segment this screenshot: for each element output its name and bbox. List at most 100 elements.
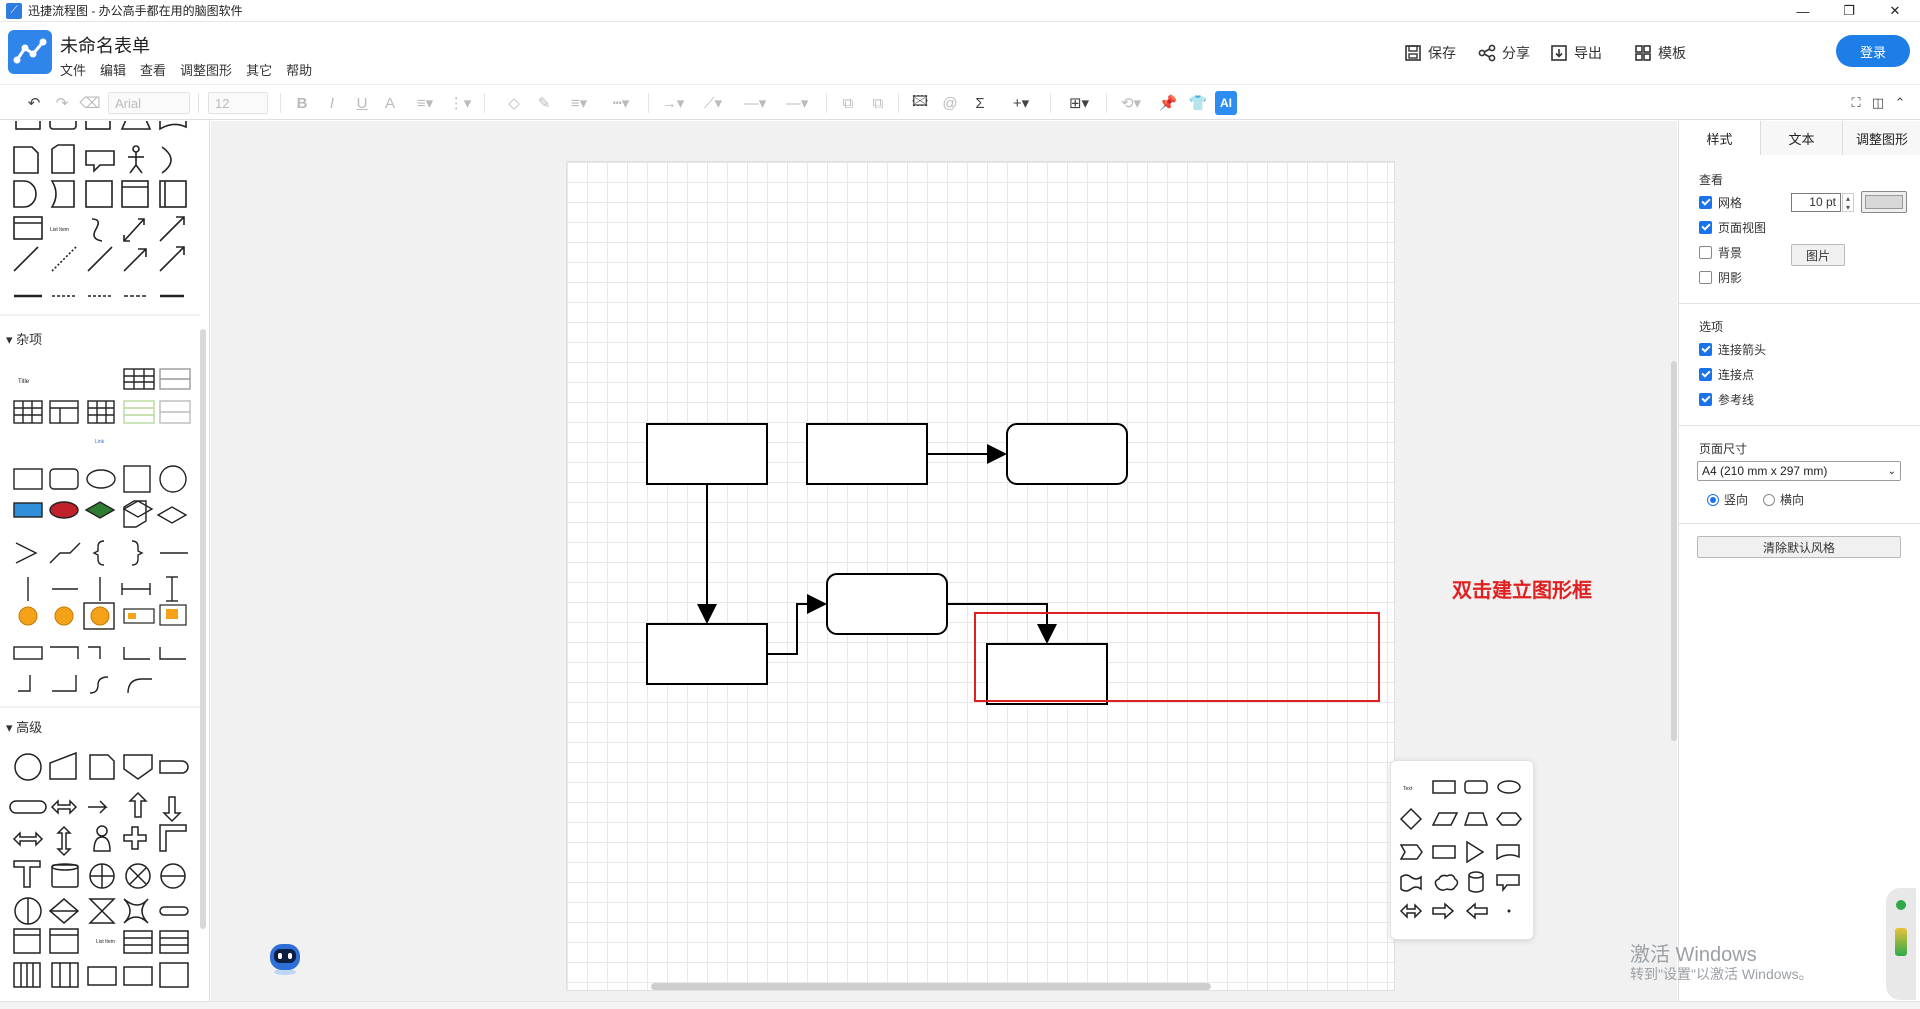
picker-rounded-rect[interactable] <box>1464 780 1488 794</box>
insert-icon[interactable]: +▾ <box>1004 91 1038 115</box>
landscape-radio[interactable]: 横向 <box>1763 491 1804 508</box>
shadow-checkbox[interactable]: 阴影 <box>1699 269 1742 286</box>
tab-style[interactable]: 样式 <box>1679 121 1761 155</box>
background-checkbox[interactable]: 背景 <box>1699 244 1742 261</box>
login-button[interactable]: 登录 <box>1836 35 1910 67</box>
export-button[interactable]: 导出 <box>1550 40 1602 66</box>
guides-check-box[interactable] <box>1699 393 1712 406</box>
page-size-select[interactable]: A4 (210 mm x 297 mm) ⌄ <box>1697 461 1901 481</box>
fullscreen-icon[interactable]: ⛶ <box>1846 91 1866 115</box>
italic-icon[interactable]: I <box>322 91 342 115</box>
menu-edit[interactable]: 编辑 <box>100 60 126 79</box>
picker-point[interactable] <box>1507 909 1511 913</box>
menu-file[interactable]: 文件 <box>60 60 86 79</box>
link-icon[interactable]: @ <box>938 91 962 115</box>
clear-format-icon[interactable]: ⌫ <box>78 91 102 115</box>
side-status-widget[interactable] <box>1886 888 1916 1000</box>
bold-icon[interactable]: B <box>292 91 312 115</box>
clear-default-style-button[interactable]: 清除默认风格 <box>1697 536 1901 558</box>
font-size-select[interactable]: 12 <box>208 92 268 114</box>
connector-icon[interactable]: →▾ <box>656 91 690 115</box>
align-icon[interactable]: ≡▾ <box>410 91 440 115</box>
portrait-radio[interactable]: 竖向 <box>1707 491 1748 508</box>
background-image-button[interactable]: 图片 <box>1791 244 1845 266</box>
grid-check-box[interactable] <box>1699 196 1712 209</box>
minimize-button[interactable]: — <box>1780 0 1826 22</box>
connector-5-6[interactable] <box>947 603 1057 644</box>
shadow-check-box[interactable] <box>1699 271 1712 284</box>
connect-points-checkbox[interactable]: 连接点 <box>1699 366 1754 383</box>
diagram-page[interactable] <box>566 161 1395 991</box>
portrait-radio-dot[interactable] <box>1707 493 1719 506</box>
panel-toggle-icon[interactable]: ◫ <box>1868 91 1888 115</box>
picker-callout[interactable] <box>1496 874 1520 893</box>
tab-arrange[interactable]: 调整图形 <box>1843 121 1920 155</box>
picker-diamond[interactable] <box>1399 807 1423 831</box>
picker-hexagon[interactable] <box>1496 812 1522 826</box>
ai-button[interactable]: AI <box>1215 91 1237 115</box>
left-panel-scrollbar[interactable] <box>200 329 206 929</box>
save-button[interactable]: 保存 <box>1404 40 1456 66</box>
font-color-icon[interactable]: A <box>380 91 400 115</box>
close-button[interactable]: ✕ <box>1872 0 1918 22</box>
diagram-canvas[interactable]: Text <box>211 121 1677 1001</box>
picker-ellipse[interactable] <box>1497 780 1521 794</box>
background-check-box[interactable] <box>1699 246 1712 259</box>
picker-triangle[interactable] <box>1466 840 1485 864</box>
picker-rect[interactable] <box>1432 780 1456 794</box>
picker-tape[interactable] <box>1400 874 1422 892</box>
picker-arrow-left[interactable] <box>1465 902 1488 920</box>
flow-box-3[interactable] <box>1006 423 1128 485</box>
document-title[interactable]: 未命名表单 <box>60 32 150 58</box>
collapse-icon[interactable]: ⌃ <box>1890 91 1910 115</box>
maximize-button[interactable]: ❐ <box>1826 0 1872 22</box>
grid-size-input[interactable]: 10 pt <box>1791 193 1841 212</box>
tab-text[interactable]: 文本 <box>1761 121 1843 155</box>
assistant-robot-icon[interactable] <box>266 938 304 976</box>
line-start-icon[interactable]: —▾ <box>738 91 772 115</box>
insert-image-icon[interactable]: 🖾 <box>908 91 932 115</box>
picker-text[interactable]: Text <box>1403 786 1413 792</box>
menu-other[interactable]: 其它 <box>246 60 272 79</box>
line-width-icon[interactable]: ≡▾ <box>562 91 596 115</box>
font-family-select[interactable]: Arial <box>108 92 190 114</box>
picker-cylinder[interactable] <box>1468 871 1484 893</box>
canvas-vertical-scrollbar[interactable] <box>1671 361 1677 741</box>
to-back-icon[interactable]: ⧉ <box>866 91 890 115</box>
picker-trapezoid[interactable] <box>1463 812 1489 826</box>
share-button[interactable]: 分享 <box>1478 40 1530 66</box>
picker-cloud[interactable] <box>1434 874 1459 891</box>
to-front-icon[interactable]: ⧉ <box>836 91 860 115</box>
formula-icon[interactable]: Σ <box>968 91 992 115</box>
section-misc[interactable]: ▾ 杂项 <box>6 329 42 348</box>
line-color-icon[interactable]: ✎ <box>532 91 556 115</box>
page-view-checkbox[interactable]: 页面视图 <box>1699 219 1766 236</box>
table-icon[interactable]: ⊞▾ <box>1062 91 1096 115</box>
menu-view[interactable]: 查看 <box>140 60 166 79</box>
picker-process[interactable] <box>1432 845 1456 859</box>
grid-size-stepper[interactable]: ▴ ▾ <box>1842 193 1854 212</box>
connector-4-5[interactable] <box>767 594 827 655</box>
flow-box-2[interactable] <box>806 423 928 485</box>
flow-box-4[interactable] <box>646 623 768 685</box>
guides-checkbox[interactable]: 参考线 <box>1699 391 1754 408</box>
picker-parallelogram[interactable] <box>1431 812 1459 826</box>
underline-icon[interactable]: U <box>352 91 372 115</box>
line-end-icon[interactable]: —▾ <box>780 91 814 115</box>
pin-icon[interactable]: 📌 <box>1156 91 1180 115</box>
diagram-drawing[interactable] <box>567 162 1396 992</box>
template-button[interactable]: 模板 <box>1634 40 1686 66</box>
line-style-icon[interactable]: ┅▾ <box>604 91 638 115</box>
flow-box-5[interactable] <box>826 573 948 635</box>
landscape-radio-dot[interactable] <box>1763 493 1775 506</box>
canvas-horizontal-scrollbar[interactable] <box>651 983 1211 990</box>
picker-arrow-right[interactable] <box>1432 902 1455 920</box>
fill-color-icon[interactable]: ◇ <box>502 91 526 115</box>
picker-double-arrow[interactable] <box>1399 903 1423 919</box>
connect-arrows-checkbox[interactable]: 连接箭头 <box>1699 341 1766 358</box>
picker-step[interactable] <box>1399 844 1423 860</box>
rotate-icon[interactable]: ⟲▾ <box>1114 91 1148 115</box>
grid-color-button[interactable] <box>1861 191 1907 213</box>
flow-box-1[interactable] <box>646 423 768 485</box>
picker-document[interactable] <box>1496 844 1520 861</box>
